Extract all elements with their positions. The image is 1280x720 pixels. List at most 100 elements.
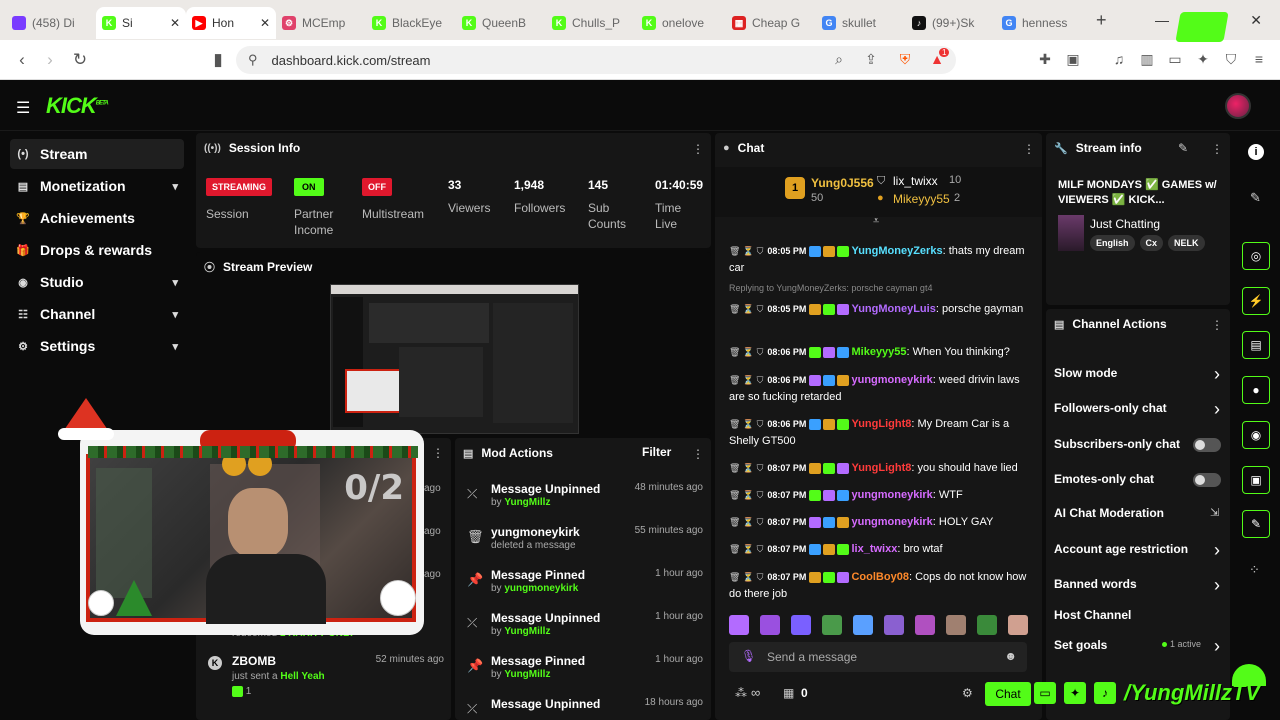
mod-tools-icon[interactable]: 🗑 ⏳ ⛉ [729, 375, 763, 385]
kick-logo[interactable]: KICKBETA [46, 93, 109, 119]
chat-username[interactable]: YungLight8 [851, 418, 911, 430]
chat-username[interactable]: YungMoneyLuis [851, 303, 935, 315]
browser-tab[interactable]: K Si ✕ [96, 7, 186, 39]
brave-shield-icon[interactable]: ⛨ [896, 50, 914, 68]
tab-close-icon[interactable]: ✕ [170, 16, 180, 30]
browser-tab[interactable]: ▶ Hon ✕ [186, 7, 276, 39]
mod-tools-icon[interactable]: 🗑 ⏳ ⛉ [729, 347, 763, 357]
session-more-icon[interactable]: ⋮ [692, 142, 704, 156]
chat-settings-icon[interactable]: ⚙ [962, 686, 973, 700]
emote-icon[interactable] [791, 615, 811, 635]
multistream-toggle[interactable]: OFF [362, 178, 392, 196]
external-link-icon[interactable]: ⇲ [1210, 506, 1219, 519]
vpn-icon[interactable]: ⛉ [1222, 50, 1240, 68]
chevron-right-icon[interactable]: › [1214, 636, 1220, 657]
chat-username[interactable]: Mikeyyy55 [851, 346, 906, 358]
chat-username[interactable]: yungmoneykirk [851, 516, 932, 528]
browser-tab[interactable]: K QueenB [456, 7, 546, 39]
stream-info-more-icon[interactable]: ⋮ [1211, 142, 1223, 156]
chat-username[interactable]: YungLight8 [851, 462, 911, 474]
sidebar-item-drops-rewards[interactable]: 🎁 Drops & rewards [10, 235, 184, 265]
send-chat-button[interactable]: Chat [985, 682, 1031, 706]
mod-tools-icon[interactable]: 🗑 ⏳ ⛉ [729, 304, 763, 314]
mod-tools-icon[interactable]: 🗑 ⏳ ⛉ [729, 463, 763, 473]
chevron-right-icon[interactable]: › [1214, 364, 1220, 385]
partner-income-toggle[interactable]: ON [294, 178, 324, 196]
rail-bolt-icon[interactable]: ⚡ [1242, 287, 1270, 315]
browser-tab[interactable]: Gskullet [816, 7, 906, 39]
channel-action-account-age-restriction[interactable]: Account age restriction [1054, 542, 1224, 556]
browser-tab[interactable]: K Chulls_P [546, 7, 636, 39]
toggle-switch[interactable] [1193, 438, 1221, 452]
pencil-icon[interactable]: ✎ [1250, 190, 1261, 206]
user-avatar[interactable] [1225, 93, 1251, 119]
sidebar-item-achievements[interactable]: 🏆 Achievements [10, 203, 184, 233]
mod-tools-icon[interactable]: 🗑 ⏳ ⛉ [729, 517, 763, 527]
mod-actions-more-icon[interactable]: ⋮ [692, 447, 704, 461]
browser-tab[interactable]: ⚙ MCEmp [276, 7, 366, 39]
rail-camera-icon[interactable]: ◎ [1242, 242, 1270, 270]
mod-tools-icon[interactable]: 🗑 ⏳ ⛉ [729, 246, 763, 256]
toggle-switch[interactable] [1193, 473, 1221, 487]
channel-action-banned-words[interactable]: Banned words [1054, 577, 1224, 591]
mod-tools-icon[interactable]: 🗑 ⏳ ⛉ [729, 544, 763, 554]
sidebar-toggle-icon[interactable]: ▥ [1138, 50, 1156, 68]
back-button[interactable]: ‹ [8, 50, 36, 70]
zoom-icon[interactable]: ⌕ [830, 50, 848, 68]
channel-action-ai-chat-moderation[interactable]: AI Chat Moderation [1054, 506, 1224, 520]
activity-more-icon[interactable]: ⋮ [432, 446, 444, 460]
rail-chat-icon[interactable]: ● [1242, 376, 1270, 404]
emote-icon[interactable] [946, 615, 966, 635]
info-icon[interactable]: i [1248, 144, 1264, 160]
rail-layout-icon[interactable]: ▣ [1242, 466, 1270, 494]
hamburger-menu-icon[interactable]: ☰ [16, 98, 30, 118]
rail-doc-icon[interactable]: ▤ [1242, 331, 1270, 359]
rail-broadcast-icon[interactable]: ◉ [1242, 421, 1270, 449]
channel-action-host-channel[interactable]: Host Channel [1054, 608, 1224, 622]
chat-username[interactable]: yungmoneykirk [851, 489, 932, 501]
rail-apps-icon[interactable]: ⁘ [1249, 562, 1260, 578]
rail-wrench-icon[interactable]: ✎ [1242, 510, 1270, 538]
chat-username[interactable]: yungmoneykirk [851, 374, 932, 386]
chat-username[interactable]: lix_twixx [851, 543, 897, 555]
sidebar-item-settings[interactable]: ⚙ Settings ▾ [10, 331, 184, 361]
chevron-right-icon[interactable]: › [1214, 575, 1220, 596]
extensions-icon[interactable]: ✚ [1036, 50, 1054, 68]
sidebar-item-stream[interactable]: (•) Stream [10, 139, 184, 169]
browser-tab[interactable]: ♪ (99+)Sk [906, 7, 996, 39]
filter-button[interactable]: Filter [642, 445, 671, 459]
emoji-icon[interactable]: ☻ [1004, 649, 1017, 663]
wallet-icon[interactable]: ▭ [1166, 50, 1184, 68]
minimize-button[interactable]: — [1155, 12, 1169, 28]
menu-icon[interactable]: ≡ [1250, 50, 1268, 68]
browser-tab[interactable]: Ghenness [996, 7, 1086, 39]
category-name[interactable]: Just Chatting [1090, 217, 1160, 231]
channel-action-slow-mode[interactable]: Slow mode [1054, 366, 1224, 380]
new-tab-button[interactable]: + [1096, 10, 1107, 31]
edit-icon[interactable]: ✎ [1178, 141, 1188, 155]
emote-icon[interactable] [1008, 615, 1028, 635]
sidebar-item-monetization[interactable]: ▤ Monetization ▾ [10, 171, 184, 201]
bookmark-icon[interactable]: ▮ [204, 50, 232, 70]
pinned-scroll-icon[interactable]: ⩡ [873, 215, 879, 228]
emote-icon[interactable] [822, 615, 842, 635]
chat-username[interactable]: YungMoneyZerks [851, 245, 942, 257]
tab-close-icon[interactable]: ✕ [260, 16, 270, 30]
browser-tab[interactable]: Konelove [636, 7, 726, 39]
close-window-button[interactable]: ✕ [1250, 12, 1262, 29]
chat-more-icon[interactable]: ⋮ [1023, 142, 1035, 156]
stream-tag[interactable]: NELK [1168, 235, 1205, 251]
stream-tag[interactable]: Cx [1139, 235, 1164, 251]
emote-icon[interactable] [853, 615, 873, 635]
media-icon[interactable]: ♫ [1110, 50, 1128, 68]
sidebar-item-studio[interactable]: ◉ Studio ▾ [10, 267, 184, 297]
reload-button[interactable]: ↻ [66, 50, 94, 70]
chevron-right-icon[interactable]: › [1214, 399, 1220, 420]
channel-action-followers-only-chat[interactable]: Followers-only chat [1054, 401, 1224, 415]
site-settings-icon[interactable]: ⚲ [248, 52, 258, 68]
stream-tag[interactable]: English [1090, 235, 1135, 251]
url-field[interactable]: ⚲ dashboard.kick.com/stream [236, 46, 956, 74]
browser-tab[interactable]: (458) Di [6, 7, 96, 39]
points-icon[interactable]: ▦ [783, 686, 794, 700]
chat-users-icon[interactable]: ⁂ [735, 686, 747, 700]
